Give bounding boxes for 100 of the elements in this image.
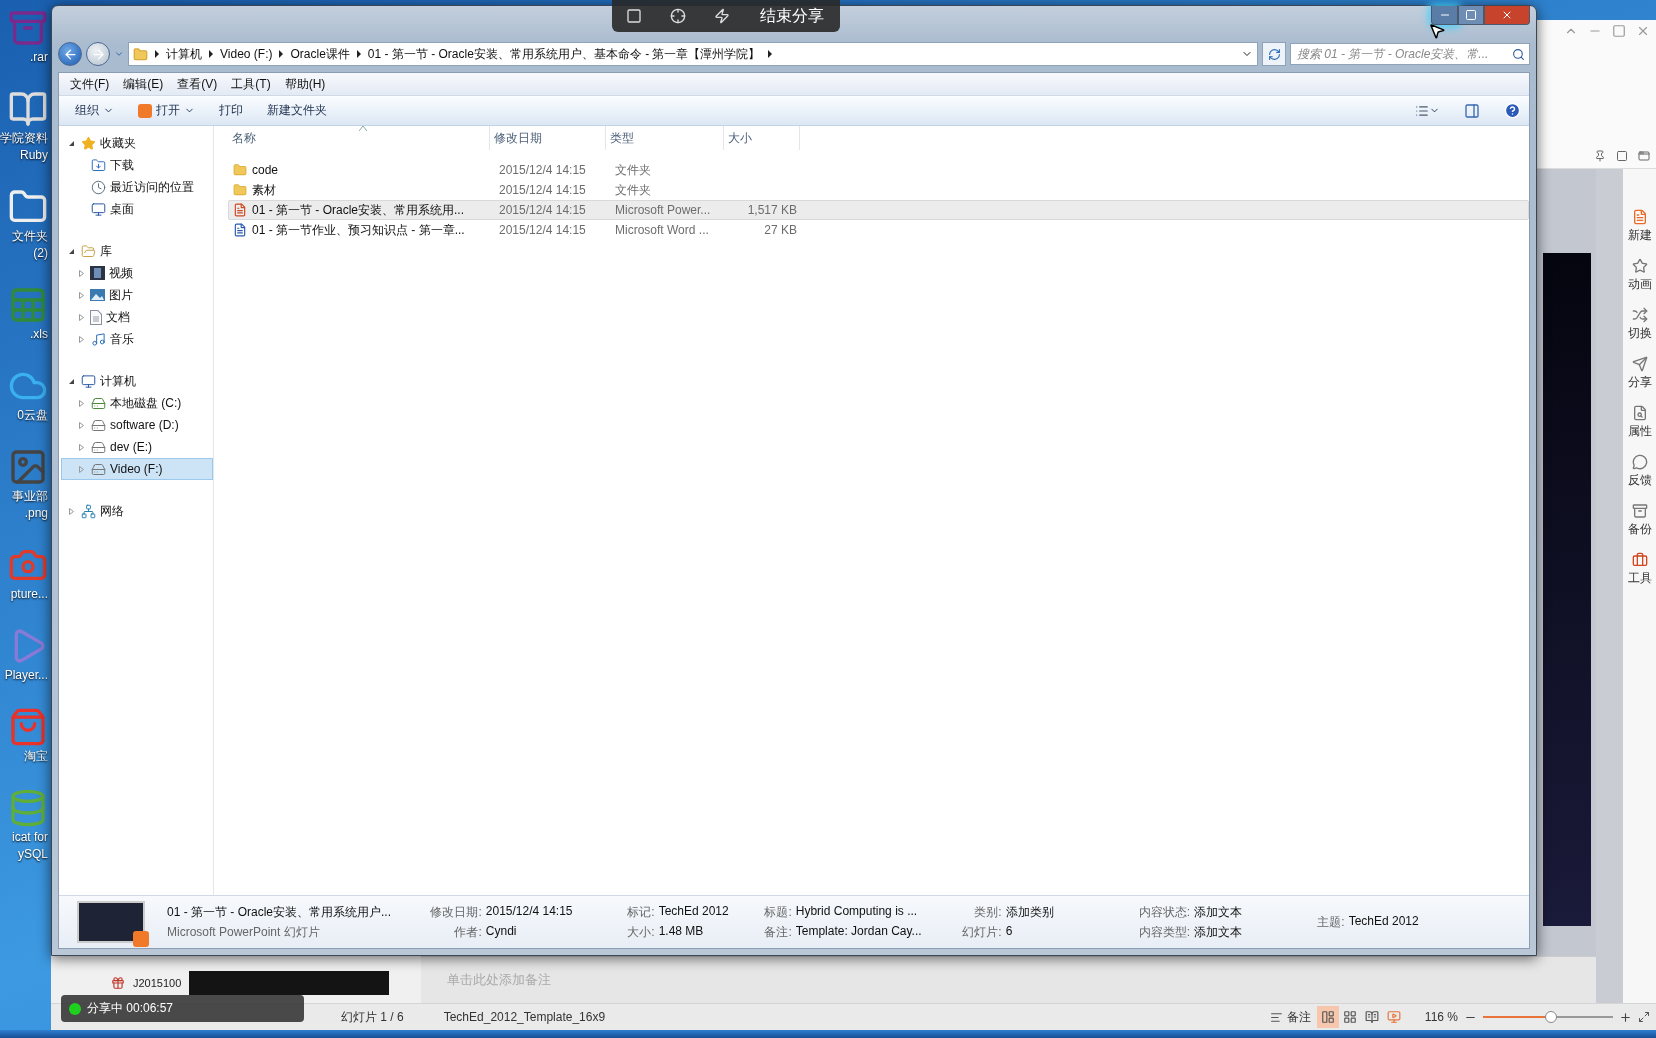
history-dropdown-button[interactable] [114,49,124,59]
column-header[interactable]: 大小 [724,126,800,150]
menu-item[interactable]: 编辑(E) [116,75,171,93]
nav-item[interactable]: 收藏夹 [61,132,213,154]
breadcrumb-item[interactable]: Video (F:) [220,47,273,61]
nav-item[interactable]: 网络 [61,500,213,522]
nav-item[interactable]: 文档 [61,306,213,328]
side-panel-button[interactable]: 动画 [1627,258,1652,293]
property-value[interactable]: TechEd 2012 [1348,913,1443,931]
property-value[interactable]: 添加文本 [1194,923,1293,941]
nav-item[interactable]: 图片 [61,284,213,306]
nav-item[interactable]: software (D:) [61,414,213,436]
breadcrumb-item[interactable]: 计算机 [166,45,202,63]
nav-item[interactable]: 音乐 [61,328,213,350]
scrollbar[interactable] [1596,169,1623,1003]
window-control[interactable] [1612,24,1626,38]
breadcrumb-separator-icon[interactable] [278,50,285,58]
side-panel-button[interactable]: 工具 [1627,552,1652,587]
expand-arrow-icon[interactable] [68,377,75,385]
property-value[interactable]: Template: Jordan Cay... [795,923,928,941]
minimize-button[interactable] [1431,6,1458,25]
property-value[interactable]: 添加文本 [1194,903,1293,921]
property-value[interactable]: Hybrid Computing is ... [795,903,928,921]
property-value[interactable]: 6 [1005,923,1088,941]
refresh-button[interactable] [1262,42,1286,66]
ribbon-tool[interactable] [1638,150,1650,162]
view-options-button[interactable] [1415,103,1440,118]
window-control[interactable] [1636,24,1650,38]
column-header[interactable]: 修改日期 [490,126,606,150]
zoom-slider-thumb[interactable] [1544,1011,1557,1023]
toolbar-button[interactable]: 新建文件夹 [259,99,335,122]
toolbox-icon [1631,552,1648,568]
database-icon[interactable] [8,788,48,828]
nav-label: 库 [100,242,112,260]
file-row[interactable]: code 2015/12/4 14:15 文件夹 [228,160,1529,180]
property-label: 标题: [764,903,792,921]
image-icon[interactable] [8,447,48,487]
address-bar[interactable]: 计算机 Video (F:) Oracle课件 01 - 第一节 - Oracle安装、常用系统用户、基本命令 - 第一章【潭州学院】 [128,42,1258,66]
property-value[interactable]: 2015/12/4 14:15 [485,903,598,921]
nav-item[interactable]: 最近访问的位置 [61,176,213,198]
notes-button[interactable]: 备注 [1263,1007,1317,1027]
side-panel-button[interactable]: 切换 [1627,307,1652,342]
forward-button[interactable] [86,42,110,66]
expand-arrow-icon[interactable] [68,247,75,255]
nav-item[interactable]: 下载 [61,154,213,176]
nav-item[interactable]: Video (F:) [61,458,213,480]
preview-pane-button[interactable] [1464,102,1480,119]
side-panel-button[interactable]: 属性 [1627,405,1652,440]
slide-thumbnail[interactable] [189,971,390,995]
breadcrumb-separator-icon[interactable] [154,50,160,58]
gift-icon [111,976,125,990]
side-panel-button[interactable]: 新建 [1627,209,1652,244]
file-row[interactable]: 素材 2015/12/4 14:15 文件夹 [228,180,1529,200]
file-row[interactable]: 01 - 第一节 - Oracle安装、常用系统用... 2015/12/4 14:15 Microsoft Power... 1,517 KB [228,200,1529,220]
toolbar-button[interactable]: 打开 [130,99,203,122]
nav-item[interactable]: dev (E:) [61,436,213,458]
view-button[interactable] [1316,1006,1339,1028]
speech-bubble-icon [1631,454,1648,470]
file-type: Microsoft Word ... [614,223,710,237]
column-header[interactable]: 类型 [606,126,724,150]
breadcrumb-separator-icon[interactable] [208,50,214,58]
side-panel-button[interactable]: 备份 [1627,503,1652,538]
side-panel-button[interactable]: 反馈 [1627,454,1652,489]
maximize-button[interactable] [1458,6,1484,25]
nav-item[interactable]: 视频 [61,262,213,284]
nav-item[interactable]: 本地磁盘 (C:) [61,392,213,414]
zoom-in-icon[interactable] [1619,1010,1632,1024]
breadcrumb-item[interactable]: Oracle课件 [290,45,350,63]
breadcrumb-separator-icon[interactable] [355,50,362,58]
search-icon[interactable] [1512,47,1525,61]
breadcrumb-separator-icon[interactable] [766,50,773,58]
help-button[interactable] [1504,102,1521,119]
file-type: 文件夹 [614,181,652,199]
nav-item[interactable]: 计算机 [61,370,213,392]
column-header[interactable]: 名称 [228,126,490,150]
file-date: 2015/12/4 14:15 [498,183,587,197]
end-share-button[interactable]: 结束分享 [744,0,840,32]
hard-drive-icon [90,461,106,477]
file-row[interactable]: 01 - 第一节作业、预习知识点 - 第一章... 2015/12/4 14:15 Microsoft Word ... 27 KB [228,220,1529,240]
nav-item[interactable]: 桌面 [61,198,213,220]
menu-item[interactable]: 工具(T) [224,75,278,93]
back-button[interactable] [58,42,82,66]
fit-window-icon[interactable] [1638,1011,1650,1023]
menu-item[interactable]: 查看(V) [170,75,225,93]
menu-item[interactable]: 文件(F) [63,75,117,93]
side-panel-button[interactable]: 分享 [1627,356,1652,391]
expand-arrow-icon[interactable] [68,139,75,147]
toolbar-button[interactable]: 组织 [67,99,122,122]
menu-item[interactable]: 帮助(H) [277,75,333,93]
folder-icon [233,183,247,197]
property-value[interactable]: Cyndi [485,923,598,941]
property-value[interactable]: 添加类别 [1005,903,1088,921]
toolbar-button[interactable]: 打印 [211,99,251,122]
nav-item[interactable]: 库 [61,240,213,262]
breadcrumb-item[interactable]: 01 - 第一节 - Oracle安装、常用系统用户、基本命令 - 第一章【潭州学院】 [367,45,761,63]
ribbon-tool[interactable] [1616,150,1628,162]
property-value[interactable]: 1.48 MB [658,923,758,941]
property-value[interactable]: TechEd 2012 [658,903,758,921]
search-field[interactable]: 搜索 01 - 第一节 - Oracle安装、常... [1290,43,1530,65]
ribbon-tool[interactable] [1594,150,1606,162]
